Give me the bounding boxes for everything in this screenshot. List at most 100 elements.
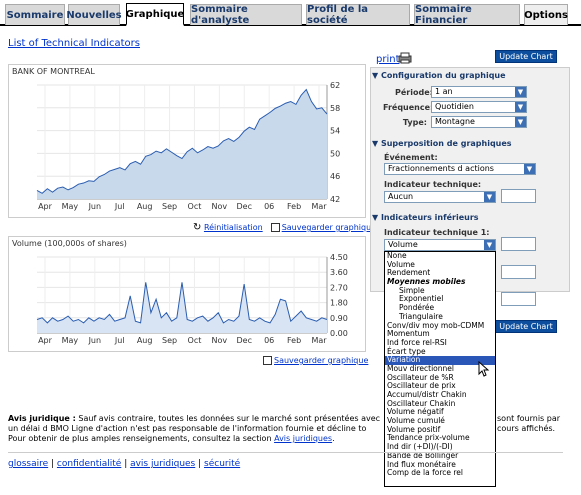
x-tick-label: May xyxy=(62,202,79,211)
tab-profil-societe[interactable]: Profil de la société xyxy=(306,4,410,26)
reset-control[interactable]: ↻ Réinitialisation xyxy=(193,222,263,233)
tab-sommaire[interactable]: Sommaire xyxy=(5,4,65,25)
x-tick-label: Jun xyxy=(88,202,102,211)
x-tick-label: Jul xyxy=(114,202,125,211)
y-tick-label: 54 xyxy=(330,127,340,136)
save-icon xyxy=(263,356,272,365)
x-tick-label: Apr xyxy=(38,336,53,345)
technical-indicators-link[interactable]: List of Technical Indicators xyxy=(8,38,140,49)
footer-glossaire[interactable]: glossaire xyxy=(8,459,48,469)
event-select[interactable]: Fractionnements d actions ▼ xyxy=(384,163,536,175)
chevron-down-icon: ▼ xyxy=(515,102,526,112)
x-tick-label: Feb xyxy=(287,336,301,345)
footer-confidentialite[interactable]: confidentialité xyxy=(57,459,121,469)
x-tick-label: Sep xyxy=(162,202,177,211)
x-tick-label: Apr xyxy=(38,202,53,211)
x-tick-label: Nov xyxy=(212,336,228,345)
x-tick-label: 06 xyxy=(264,336,274,345)
x-tick-label: Oct xyxy=(188,202,202,211)
overlay-tech-label: Indicateur technique: xyxy=(384,180,482,189)
x-tick-label: Dec xyxy=(237,202,252,211)
chevron-down-icon: ▼ xyxy=(515,87,526,97)
y-tick-label: 2.70 xyxy=(330,283,348,292)
update-chart-button-bottom[interactable]: Update Chart xyxy=(495,320,557,333)
x-tick-label: Jun xyxy=(88,336,102,345)
y-tick-label: 1.80 xyxy=(330,299,348,308)
x-tick-label: Nov xyxy=(212,202,228,211)
save-volume-control[interactable]: Sauvegarder graphique xyxy=(263,356,368,365)
y-tick-label: 0.00 xyxy=(330,329,348,338)
print-link[interactable]: print xyxy=(376,54,400,65)
overlay-tech-select[interactable]: Aucun ▼ xyxy=(384,191,496,203)
frequence-select[interactable]: Quotidien ▼ xyxy=(431,101,527,113)
overlay-tech-param-input[interactable] xyxy=(501,189,536,203)
y-tick-label: 4.50 xyxy=(330,253,348,262)
x-tick-label: Aug xyxy=(137,202,153,211)
periode-select[interactable]: 1 an ▼ xyxy=(431,86,527,98)
volume-chart-tools: Sauvegarder graphique xyxy=(263,356,368,365)
event-label: Événement: xyxy=(384,153,438,162)
tab-sommaire-analyste[interactable]: Sommaire d'analyste xyxy=(190,4,302,26)
event-value: Fractionnements d actions xyxy=(388,164,494,173)
tab-bar: Sommaire Nouvelles Graphique Sommaire d'… xyxy=(0,0,581,26)
lower-tech2-param-input[interactable] xyxy=(501,265,536,279)
reset-icon: ↻ xyxy=(193,222,202,233)
collapse-triangle-icon: ▼ xyxy=(372,139,379,148)
save-volume-link[interactable]: Sauvegarder graphique xyxy=(274,356,368,365)
lower-header[interactable]: ▼ Indicateurs inférieurs xyxy=(372,213,479,222)
legal-notice-right: sont fournis par cours affichés. xyxy=(497,414,577,434)
lower-tech3-param-input[interactable] xyxy=(501,292,536,306)
printer-icon[interactable] xyxy=(398,52,412,64)
legal-more: Pour obtenir de plus amples renseignemen… xyxy=(8,434,272,443)
volume-chart-svg: 4.50 3.60 2.70 1.80 0.90 0.00 Apr May Jun Jul Aug S… xyxy=(36,253,348,345)
chevron-down-icon: ▼ xyxy=(524,164,535,174)
collapse-triangle-icon: ▼ xyxy=(372,213,379,222)
chevron-down-icon: ▼ xyxy=(515,117,526,127)
x-tick-label: Jul xyxy=(114,336,125,345)
price-area xyxy=(37,89,327,199)
x-tick-label: Oct xyxy=(188,336,202,345)
lower-tech-value: Volume xyxy=(388,240,418,249)
tab-nouvelles[interactable]: Nouvelles xyxy=(66,4,122,25)
x-tick-label: Feb xyxy=(287,202,301,211)
frequence-label: Fréquence: xyxy=(383,103,434,112)
volume-area xyxy=(37,282,327,333)
config-header[interactable]: ▼ Configuration du graphique xyxy=(372,71,506,80)
legal-right-2: cours affichés. xyxy=(497,424,556,433)
footer-avis-juridiques[interactable]: avis juridiques xyxy=(130,459,195,469)
x-tick-label: Mar xyxy=(311,336,327,345)
lower-header-label: Indicateurs inférieurs xyxy=(380,213,479,222)
tab-options[interactable]: Options xyxy=(524,4,568,25)
y-tick-label: 50 xyxy=(330,149,340,158)
y-tick-label: 58 xyxy=(330,104,340,113)
x-tick-label: May xyxy=(62,336,79,345)
x-tick-label: Dec xyxy=(237,336,252,345)
lower-tech-select[interactable]: Volume ▼ xyxy=(384,239,496,251)
update-chart-button-top[interactable]: Update Chart xyxy=(495,50,557,63)
y-tick-label: 62 xyxy=(330,81,340,90)
footer-links: glossaire | confidentialité | avis jurid… xyxy=(8,459,241,469)
tab-sommaire-financier[interactable]: Sommaire Financier xyxy=(414,4,520,26)
x-tick-label: Aug xyxy=(137,336,153,345)
mouse-cursor-icon xyxy=(478,361,490,377)
type-label: Type: xyxy=(402,118,427,127)
overlay-header[interactable]: ▼ Superposition de graphiques xyxy=(372,139,512,148)
price-chart-svg: 62 58 54 50 46 42 Apr May Jun Jul Aug Sep Oct Nov Dec 0… xyxy=(36,81,340,211)
footer-securite[interactable]: sécurité xyxy=(204,459,240,469)
periode-value: 1 an xyxy=(435,87,453,96)
price-chart: BANK OF MONTREAL 62 58 54 50 46 42 Apr May Jun Ju… xyxy=(8,64,366,218)
y-tick-label: 42 xyxy=(330,195,340,204)
legal-link[interactable]: Avis juridiques xyxy=(274,434,332,443)
legal-title: Avis juridique : xyxy=(8,414,76,423)
dropdown-option[interactable]: Comp de la force rel xyxy=(385,468,495,478)
tab-graphique[interactable]: Graphique xyxy=(126,3,184,26)
frequence-value: Quotidien xyxy=(435,102,474,111)
save-chart-control[interactable]: Sauvegarder graphique xyxy=(270,223,376,232)
chevron-down-icon: ▼ xyxy=(484,240,495,250)
save-chart-link[interactable]: Sauvegarder graphique xyxy=(282,223,376,232)
y-tick-label: 3.60 xyxy=(330,268,348,277)
type-select[interactable]: Montagne ▼ xyxy=(431,116,527,128)
reset-link[interactable]: Réinitialisation xyxy=(204,223,263,232)
lower-tech-param-input[interactable] xyxy=(501,237,536,251)
type-value: Montagne xyxy=(435,117,475,126)
